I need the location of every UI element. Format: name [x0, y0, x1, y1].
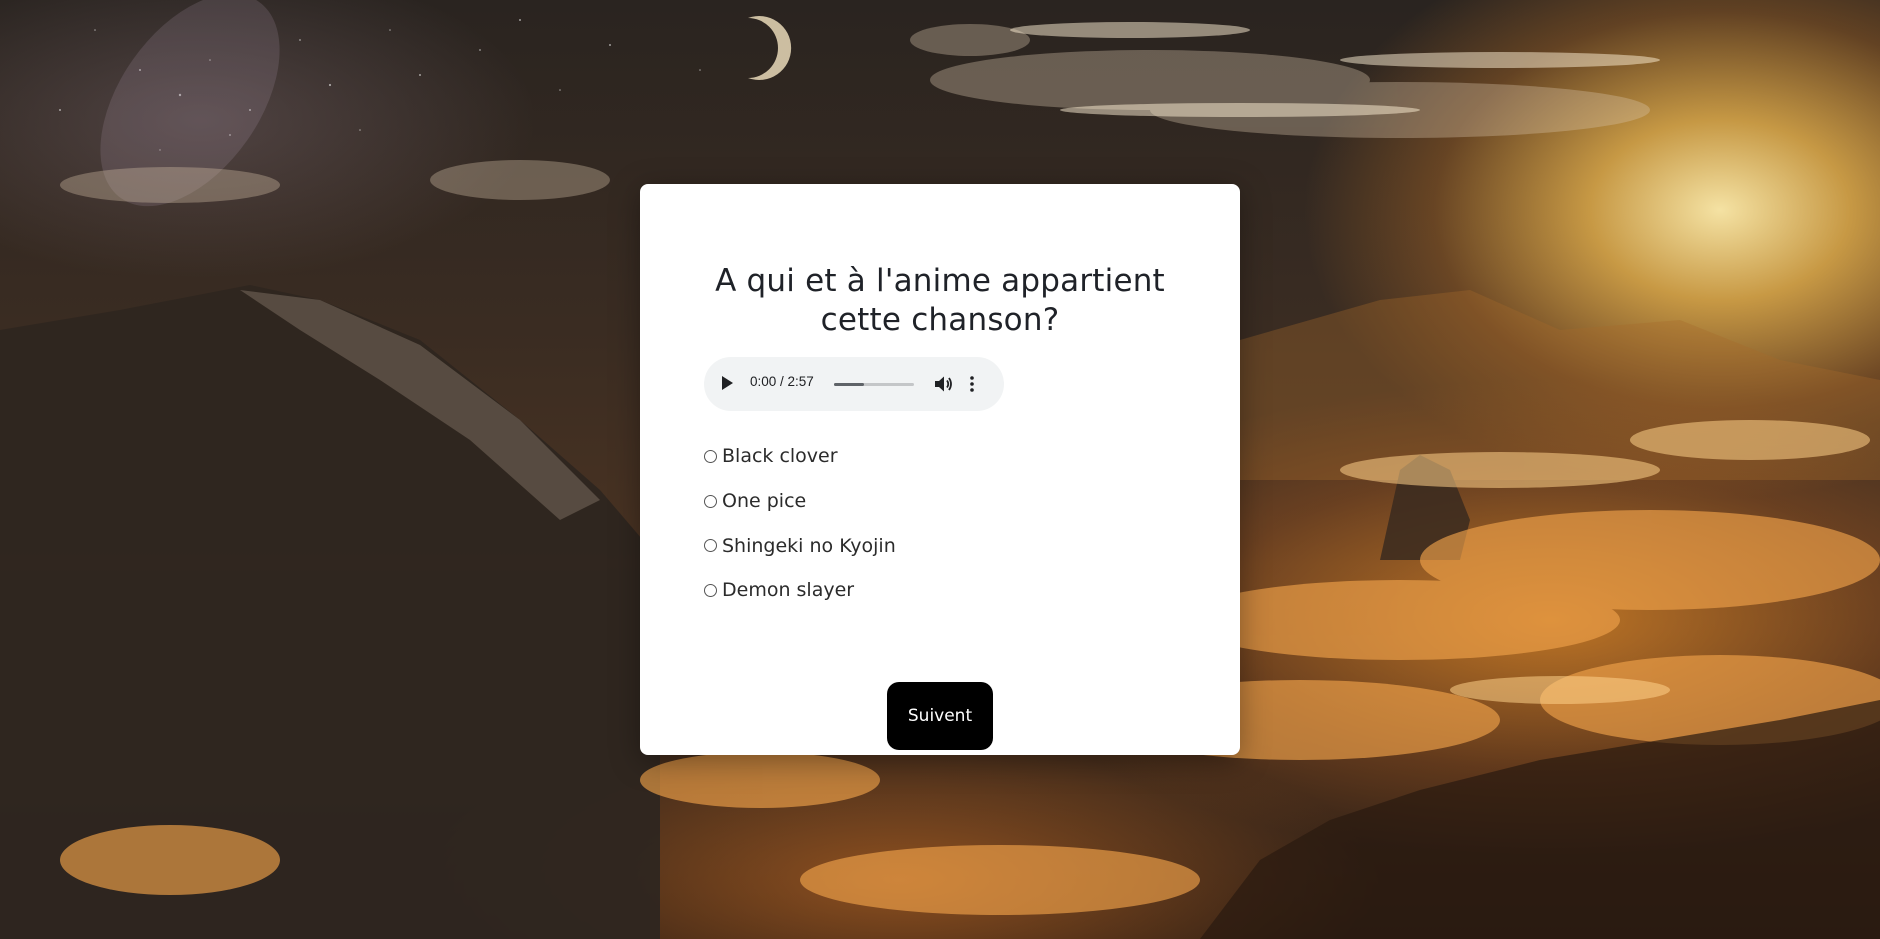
option-label: Demon slayer — [722, 579, 855, 602]
audio-seek-bar[interactable] — [834, 383, 914, 386]
option-shingeki-no-kyojin[interactable]: Shingeki no Kyojin — [704, 523, 896, 568]
option-label: Black clover — [722, 445, 838, 468]
option-label: Shingeki no Kyojin — [722, 534, 896, 557]
option-demon-slayer[interactable]: Demon slayer — [704, 568, 896, 613]
radio-unchecked-icon[interactable] — [704, 494, 717, 508]
radio-unchecked-icon[interactable] — [704, 449, 717, 463]
option-black-clover[interactable]: Black clover — [704, 434, 896, 479]
audio-time: 0:00 / 2:57 — [750, 374, 814, 389]
option-label: One pice — [722, 490, 807, 513]
quiz-card: A qui et à l'anime appartient cette chan… — [640, 184, 1240, 755]
play-icon[interactable] — [722, 376, 733, 390]
radio-unchecked-icon[interactable] — [704, 539, 717, 553]
audio-buffered-bar — [834, 383, 865, 386]
volume-icon[interactable] — [934, 375, 954, 393]
audio-player[interactable]: 0:00 / 2:57 — [704, 357, 1004, 411]
next-button[interactable]: Suivent — [887, 682, 993, 750]
answer-options: Black clover One pice Shingeki no Kyojin… — [704, 434, 896, 613]
radio-unchecked-icon[interactable] — [704, 583, 717, 597]
question-title: A qui et à l'anime appartient cette chan… — [715, 263, 1165, 338]
more-vertical-icon[interactable] — [966, 374, 978, 394]
option-one-pice[interactable]: One pice — [704, 479, 896, 524]
